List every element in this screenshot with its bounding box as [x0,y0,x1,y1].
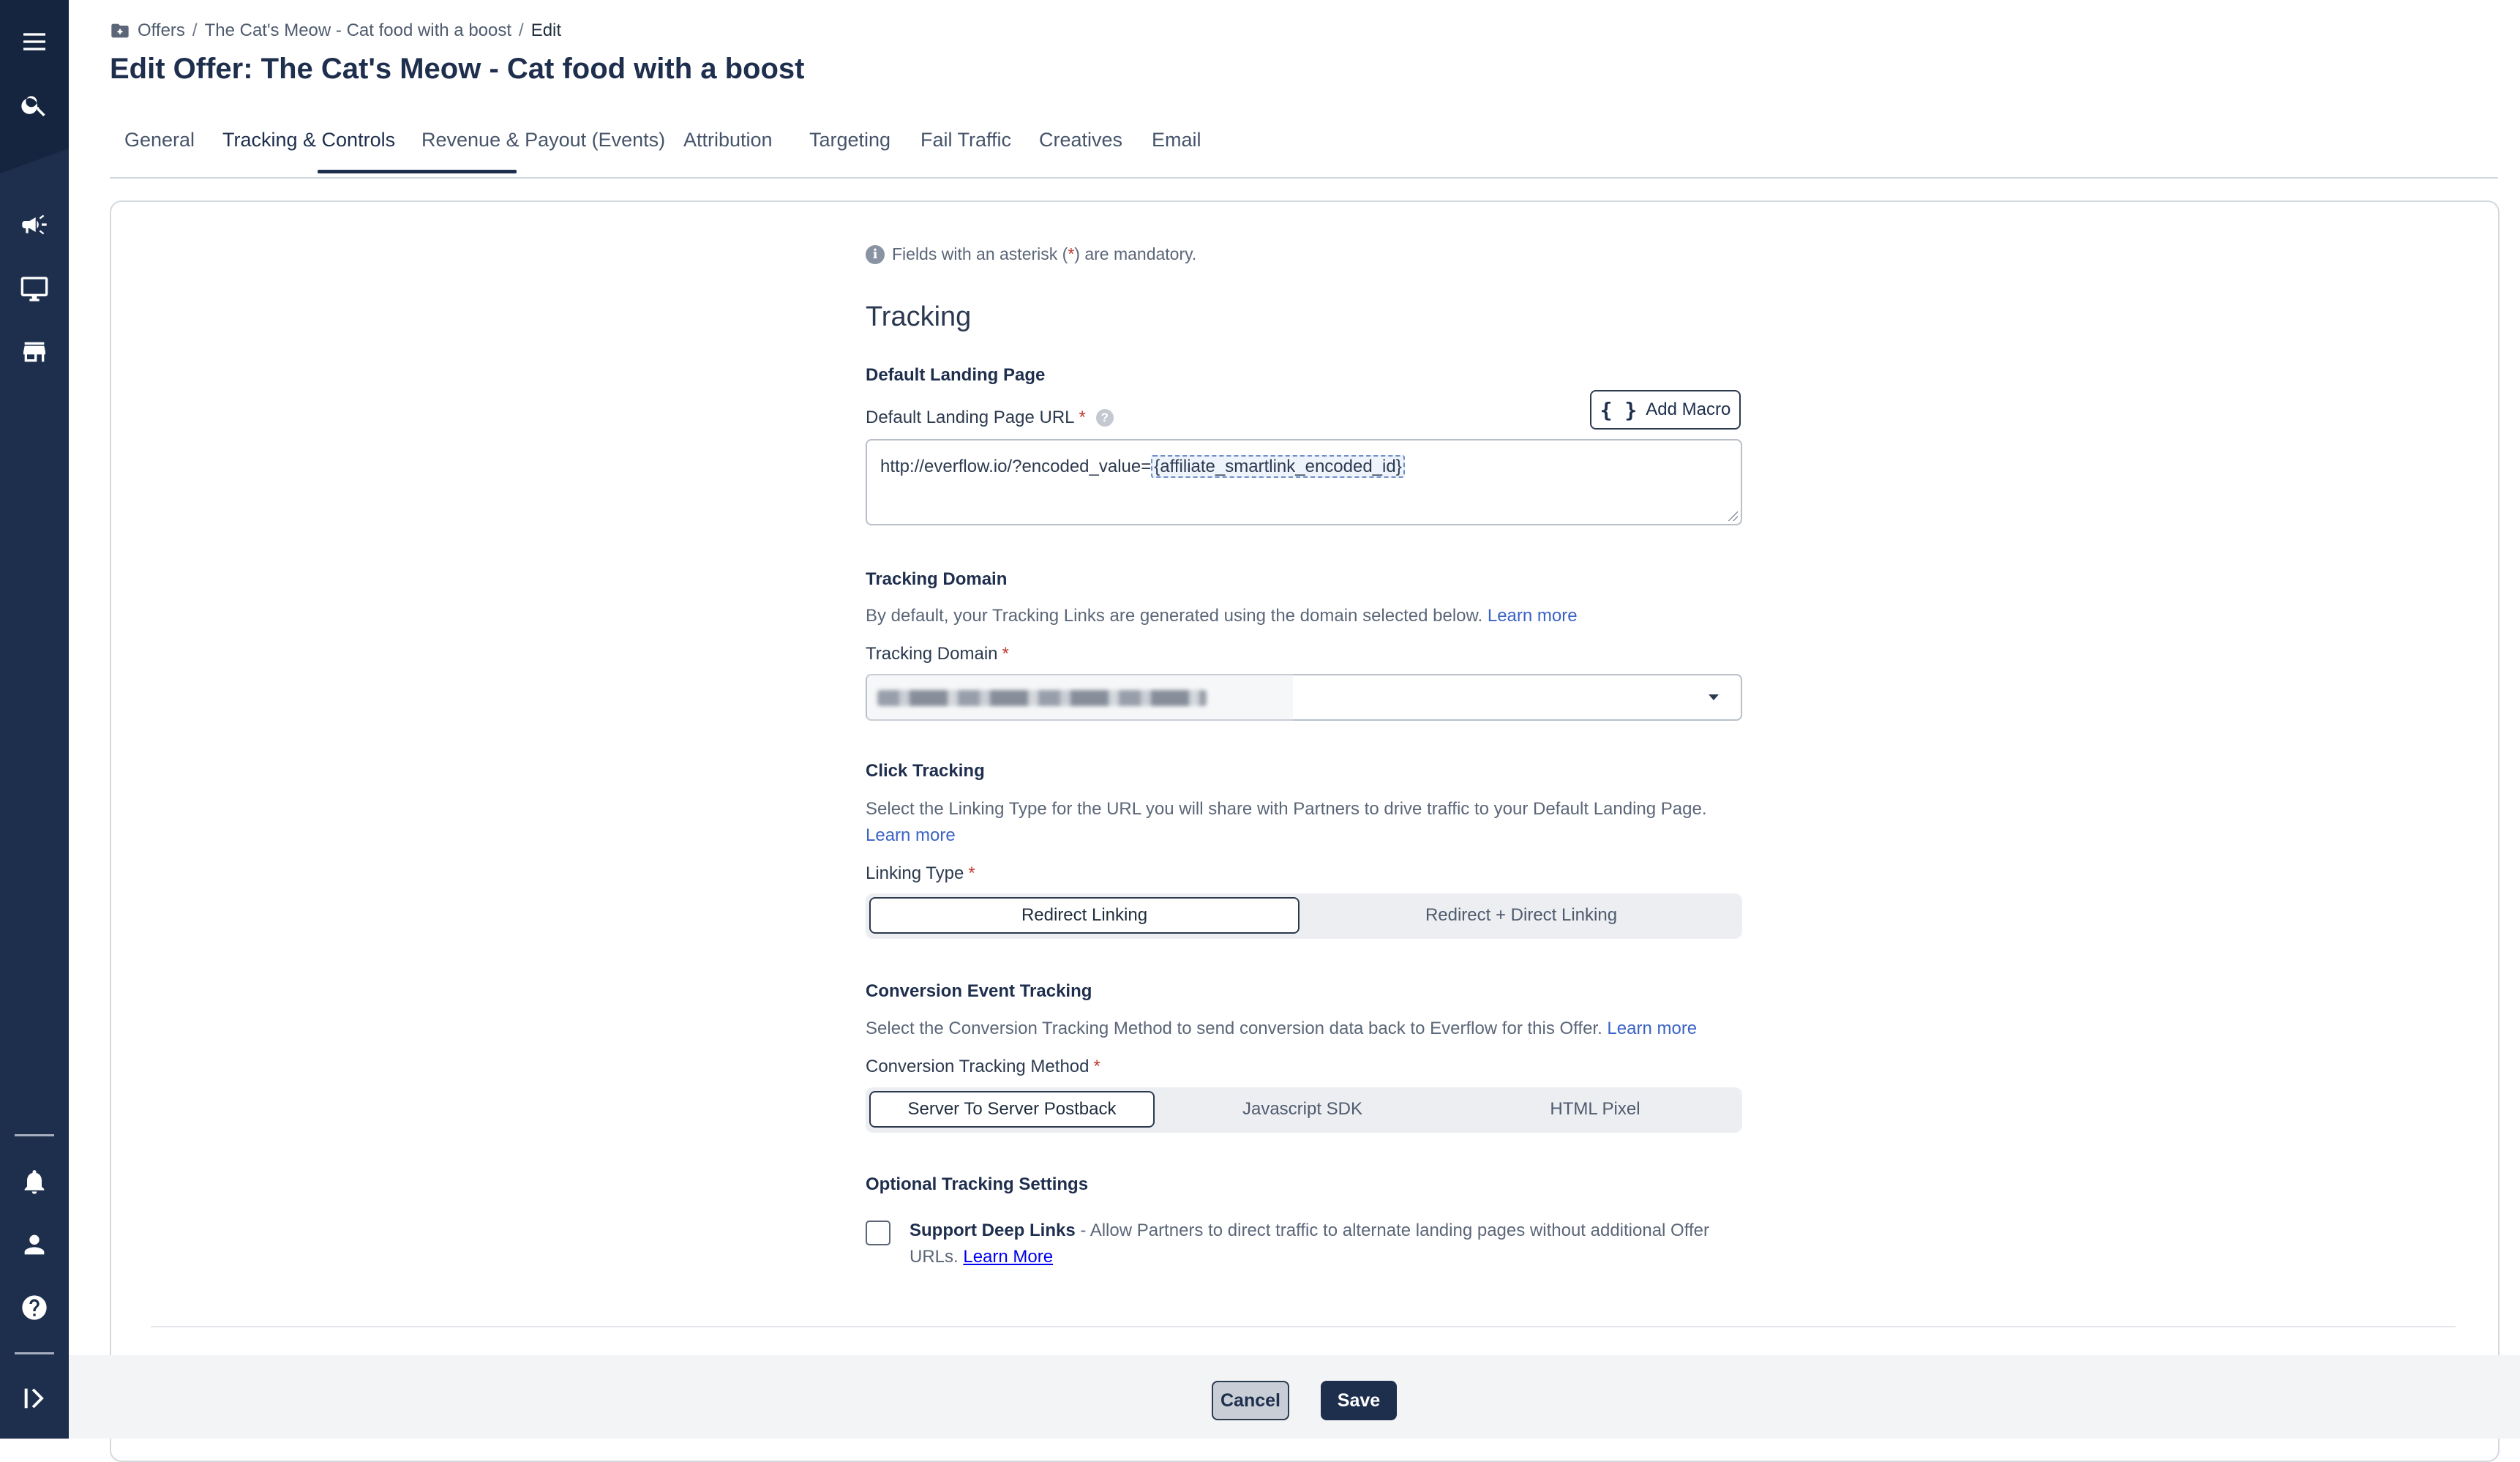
url-macro-token[interactable]: {affiliate_smartlink_encoded_id} [1151,455,1405,478]
help-icon[interactable] [16,1289,53,1326]
tab-email[interactable]: Email [1152,129,1201,151]
sidebar-wedge [0,139,69,183]
tab-attribution[interactable]: Attribution [683,129,773,151]
conversion-method-segmented-control: Server To Server Postback Javascript SDK… [866,1087,1742,1133]
mandatory-note-text: Fields with an asterisk (*) are mandator… [892,244,1197,263]
tab-fail-traffic[interactable]: Fail Traffic [920,129,1011,151]
add-macro-button[interactable]: { } Add Macro [1590,390,1741,430]
cancel-button[interactable]: Cancel [1212,1381,1289,1420]
breadcrumb-offers[interactable]: Offers [138,20,185,41]
help-circle-icon[interactable]: ? [1095,409,1114,427]
heading-click-tracking: Click Tracking [866,761,985,781]
breadcrumb-separator: / [519,20,524,40]
tab-targeting[interactable]: Targeting [809,129,890,151]
sidebar [0,0,69,1439]
conversion-help: Select the Conversion Tracking Method to… [866,1019,1698,1038]
expand-sidebar-icon[interactable] [16,1380,53,1417]
resize-handle[interactable] [1728,511,1738,521]
breadcrumb-offer[interactable]: The Cat's Meow - Cat food with a boost [205,20,511,41]
search-icon[interactable] [16,86,53,123]
heading-default-landing-page: Default Landing Page [866,365,1046,385]
user-icon[interactable] [16,1226,53,1263]
label-linking-type: Linking Type * [866,863,975,883]
linking-type-segmented-control: Redirect Linking Redirect + Direct Linki… [866,893,1742,939]
sidebar-divider [15,1352,54,1354]
breadcrumb-current: Edit [530,20,562,40]
bell-icon[interactable] [16,1163,53,1200]
breadcrumb: Offers / The Cat's Meow - Cat food with … [110,20,561,41]
megaphone-icon[interactable] [16,206,53,243]
deep-links-checkbox[interactable] [866,1221,890,1245]
tab-tracking-controls[interactable]: Tracking & Controls [222,129,395,151]
learn-more-link[interactable]: Learn more [866,825,956,845]
heading-optional-tracking-settings: Optional Tracking Settings [866,1174,1089,1194]
tab-general[interactable]: General [124,129,195,151]
caret-down-icon [1709,694,1719,700]
heading-conversion-event-tracking: Conversion Event Tracking [866,981,1092,1001]
page-title: Edit Offer: The Cat's Meow - Cat food wi… [110,53,805,85]
menu-icon[interactable] [16,23,53,60]
landing-url-textarea[interactable]: http://everflow.io/?encoded_value= {affil… [866,439,1742,525]
option-redirect-linking[interactable]: Redirect Linking [869,897,1300,934]
info-icon: i [866,244,885,264]
active-tab-indicator [318,170,517,173]
redacted-domain-value [877,690,1207,706]
save-button[interactable]: Save [1321,1381,1397,1420]
option-server-to-server-postback[interactable]: Server To Server Postback [869,1091,1155,1128]
folder-icon [111,23,129,38]
deep-links-label: Support Deep Links - Allow Partners to d… [910,1221,1709,1267]
tracking-domain-help: By default, your Tracking Links are gene… [866,606,1578,626]
option-redirect-direct-linking[interactable]: Redirect + Direct Linking [1305,897,1738,934]
form-divider [151,1326,2456,1327]
braces-icon: { } [1600,397,1638,422]
tracking-domain-select[interactable] [866,674,1742,721]
storefront-icon[interactable] [16,334,53,370]
label-tracking-domain: Tracking Domain * [866,644,1009,664]
monitor-icon[interactable] [16,271,53,307]
option-javascript-sdk[interactable]: Javascript SDK [1158,1091,1447,1128]
label-landing-url: Default Landing Page URL * ? [866,408,1114,428]
url-value: http://everflow.io/?encoded_value= [880,457,1152,476]
section-title-tracking: Tracking [866,301,972,332]
heading-tracking-domain: Tracking Domain [866,569,1008,589]
breadcrumb-separator: / [192,20,198,40]
learn-more-link[interactable]: Learn More [963,1247,1053,1267]
add-macro-label: Add Macro [1646,400,1731,419]
tab-bar: General Tracking & Controls Revenue & Pa… [110,124,2498,179]
mandatory-note: i Fields with an asterisk (*) are mandat… [866,244,1196,264]
click-tracking-help: Select the Linking Type for the URL you … [866,799,1707,845]
option-html-pixel[interactable]: HTML Pixel [1451,1091,1739,1128]
sidebar-divider [15,1134,54,1136]
tab-revenue-payout[interactable]: Revenue & Payout (Events) [421,129,665,151]
learn-more-link[interactable]: Learn more [1488,606,1578,626]
tab-creatives[interactable]: Creatives [1039,129,1122,151]
label-conversion-method: Conversion Tracking Method * [866,1057,1100,1076]
learn-more-link[interactable]: Learn more [1607,1019,1697,1038]
footer-bar [69,1355,2520,1439]
